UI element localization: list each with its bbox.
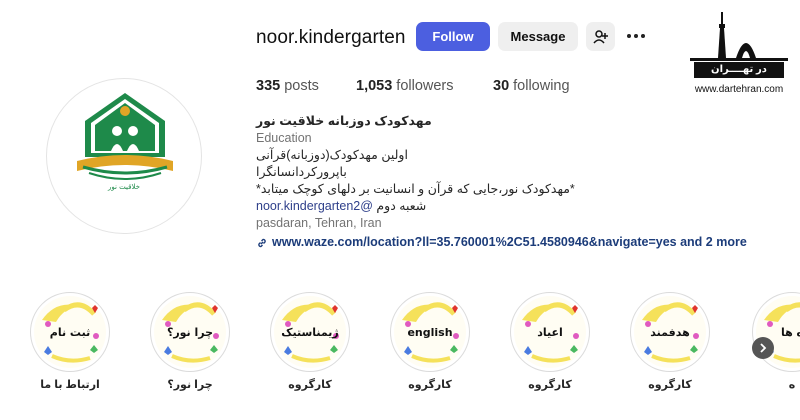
- branch-label: شعبه دوم: [376, 199, 427, 213]
- highlight-cover[interactable]: هدفمند: [630, 292, 710, 372]
- highlight-caption: کارگروه: [288, 379, 332, 391]
- chevron-right-icon: [760, 343, 767, 353]
- highlight-cover[interactable]: چرا نور؟: [150, 292, 230, 372]
- highlight-title: english: [407, 326, 452, 339]
- school-logo-icon: [77, 93, 173, 180]
- following-label: following: [513, 78, 570, 94]
- more-horizontal-icon: [627, 34, 631, 38]
- posts-stat[interactable]: 335 posts: [256, 78, 319, 94]
- followers-label: followers: [396, 78, 454, 94]
- highlight-cover-art-icon: هدفمند: [634, 296, 706, 368]
- following-stat[interactable]: 30 following: [493, 78, 570, 94]
- bio-external-link[interactable]: www.waze.com/location?ll=35.760001%2C51.…: [256, 234, 776, 251]
- highlight-title: ثبت نام: [50, 326, 90, 339]
- highlight-title: هدفمند: [650, 326, 689, 339]
- follow-button[interactable]: Follow: [416, 22, 490, 51]
- link-icon: [258, 238, 266, 247]
- highlight-caption: کارگروه: [408, 379, 452, 391]
- highlight-cover-art-icon: چرا نور؟: [154, 296, 226, 368]
- highlight-caption: کارگروه: [648, 379, 692, 391]
- avatar-caption: خلاقیت نور: [107, 183, 140, 191]
- bio-line-3: *مهدکودک نور،جایی که قرآن و انسانیت بر د…: [256, 182, 575, 196]
- highlight-item[interactable]: english کارگروه: [390, 292, 476, 391]
- bio-line-2: باپرورکردانسانگرا: [256, 165, 347, 179]
- branch-mention-link[interactable]: noor.kindergarten2@: [256, 199, 373, 213]
- bio-link-text: www.waze.com/location?ll=35.760001%2C51.…: [272, 235, 747, 249]
- highlight-item[interactable]: ژیمناستیک کارگروه: [270, 292, 356, 391]
- profile-username: noor.kindergarten: [256, 27, 406, 48]
- bio-name: مهدکودک دوزبانه خلاقیت نور: [256, 114, 432, 128]
- highlight-item[interactable]: ثبت نام ارتباط با ما: [30, 292, 116, 391]
- highlight-title: ژیمناستیک: [281, 326, 339, 339]
- message-button[interactable]: Message: [498, 22, 578, 51]
- highlight-title: چرا نور؟: [167, 326, 213, 339]
- tower-icon: [690, 12, 788, 61]
- highlight-cover-art-icon: ژیمناستیک: [274, 296, 346, 368]
- highlights-next-button[interactable]: [752, 337, 774, 359]
- bio-category: Education: [256, 131, 312, 145]
- highlight-caption: کارگروه: [528, 379, 572, 391]
- highlight-cover[interactable]: ژیمناستیک: [270, 292, 350, 372]
- profile-bio: مهدکودک دوزبانه خلاقیت نور Education اول…: [256, 113, 776, 251]
- person-plus-icon: [592, 29, 608, 44]
- following-count: 30: [493, 78, 510, 94]
- highlight-item[interactable]: هدفمند کارگروه: [630, 292, 716, 391]
- highlight-caption: ه: [788, 379, 796, 391]
- followers-count: 1,053: [356, 78, 393, 94]
- highlight-cover-art-icon: ثبت نام: [34, 296, 106, 368]
- highlight-cover[interactable]: اعیاد: [510, 292, 590, 372]
- profile-avatar[interactable]: خلاقیت نور: [46, 78, 202, 234]
- add-user-button[interactable]: [586, 22, 615, 51]
- highlight-item[interactable]: اعیاد کارگروه: [510, 292, 596, 391]
- highlight-cover[interactable]: english: [390, 292, 470, 372]
- highlight-caption: ارتباط با ما: [40, 379, 100, 391]
- watermark-site: www.dartehran.com: [694, 84, 784, 95]
- more-options-button[interactable]: [624, 28, 648, 44]
- highlight-title: اعیاد: [537, 326, 563, 339]
- highlight-item[interactable]: چرا نور؟ چرا نور؟: [150, 292, 236, 391]
- watermark-banner: در تهــــران: [694, 62, 784, 78]
- bio-location: pasdaran, Tehran, Iran: [256, 216, 382, 230]
- highlight-cover-art-icon: اعیاد: [514, 296, 586, 368]
- story-highlights: ثبت نام ارتباط با ما چرا نور؟ چرا نور؟ ژیمنا…: [0, 292, 800, 420]
- bio-line-1: اولین مهدکودک(دوزبانه)قرآنی: [256, 148, 408, 162]
- highlight-cover-art-icon: english: [394, 296, 466, 368]
- highlight-cover[interactable]: ه ها: [752, 292, 800, 372]
- highlight-caption: چرا نور؟: [167, 379, 213, 391]
- followers-stat[interactable]: 1,053 followers: [356, 78, 454, 94]
- posts-label: posts: [284, 78, 319, 94]
- posts-count: 335: [256, 78, 281, 94]
- highlight-cover[interactable]: ثبت نام: [30, 292, 110, 372]
- watermark-logo: در تهــــران www.dartehran.com: [686, 8, 792, 100]
- highlight-title: ه ها: [781, 326, 800, 339]
- bio-branch: noor.kindergarten2@ شعبه دوم: [256, 198, 776, 215]
